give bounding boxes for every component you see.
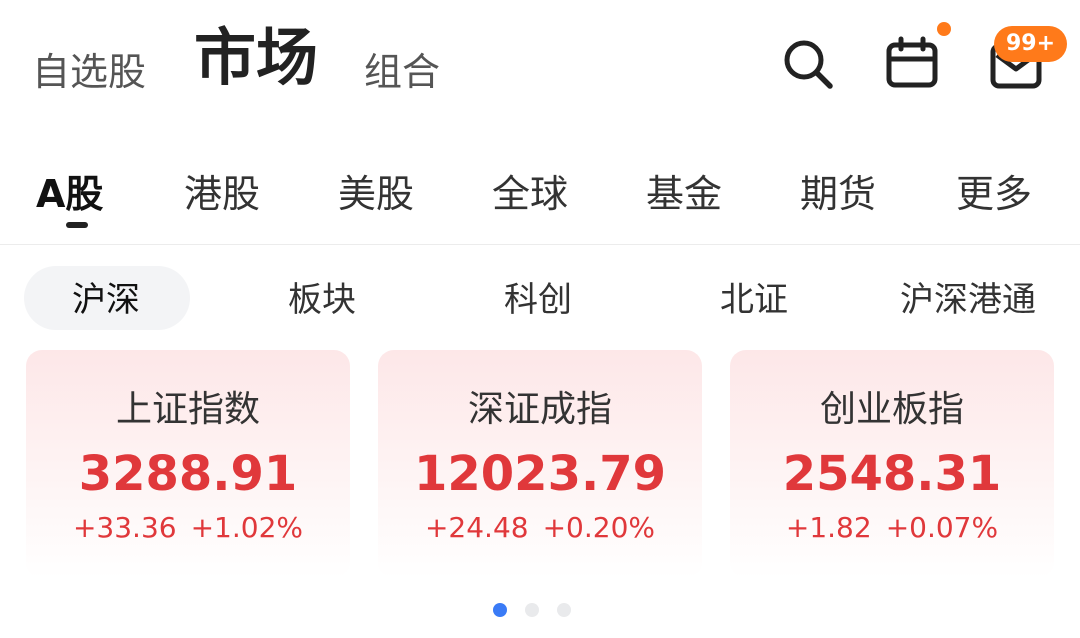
index-change: +33.36 [72, 511, 177, 544]
tab-a-shares[interactable]: A股 [36, 172, 103, 216]
tab-hk-stocks[interactable]: 港股 [184, 172, 260, 216]
notification-badge: 99+ [994, 26, 1068, 62]
tab-funds[interactable]: 基金 [646, 172, 722, 216]
index-value: 2548.31 [782, 446, 1002, 502]
tab-global[interactable]: 全球 [492, 172, 568, 216]
subtab-star-market[interactable]: 科创 [504, 280, 572, 320]
search-icon[interactable] [780, 36, 836, 92]
pagination-dot-2[interactable] [525, 603, 539, 617]
calendar-notification-dot [937, 22, 951, 36]
nav-watchlist[interactable]: 自选股 [32, 52, 146, 92]
index-card-chinext[interactable]: 创业板指 2548.31 +1.82 +0.07% [730, 350, 1054, 578]
index-name: 深证成指 [467, 389, 612, 430]
index-change: +24.48 [424, 511, 529, 544]
pagination-dot-1[interactable] [493, 603, 507, 617]
tab-us-stocks[interactable]: 美股 [338, 172, 414, 216]
pagination-dot-3[interactable] [557, 603, 571, 617]
subtab-connect[interactable]: 沪深港通 [900, 280, 1036, 320]
index-change-pct: +1.02% [190, 511, 304, 544]
tab-futures[interactable]: 期货 [800, 172, 876, 216]
index-card-szse[interactable]: 深证成指 12023.79 +24.48 +0.20% [378, 350, 702, 578]
index-card-sse[interactable]: 上证指数 3288.91 +33.36 +1.02% [26, 350, 350, 578]
divider [0, 244, 1080, 245]
index-value: 3288.91 [78, 446, 298, 502]
active-tab-indicator [66, 222, 88, 228]
index-value: 12023.79 [413, 446, 667, 502]
index-change-row: +1.82 +0.07% [730, 512, 1054, 544]
index-name: 上证指数 [115, 389, 260, 430]
index-change-pct: +0.20% [542, 511, 656, 544]
index-change-row: +33.36 +1.02% [26, 512, 350, 544]
subtab-beijing[interactable]: 北证 [720, 280, 788, 320]
calendar-icon[interactable] [884, 34, 940, 90]
index-change: +1.82 [785, 511, 872, 544]
market-page: 自选股 市场 组合 99+ A股 港股 美股 全球 基金 期货 更多 沪深 板块 [0, 0, 1080, 638]
index-change-row: +24.48 +0.20% [378, 512, 702, 544]
tab-more[interactable]: 更多 [956, 172, 1032, 216]
index-change-pct: +0.07% [885, 511, 999, 544]
subtab-sectors[interactable]: 板块 [288, 280, 356, 320]
index-name: 创业板指 [819, 389, 964, 430]
subtab-shanghai-shenzhen[interactable]: 沪深 [72, 280, 140, 320]
nav-market[interactable]: 市场 [194, 26, 318, 90]
nav-portfolio[interactable]: 组合 [364, 52, 440, 92]
